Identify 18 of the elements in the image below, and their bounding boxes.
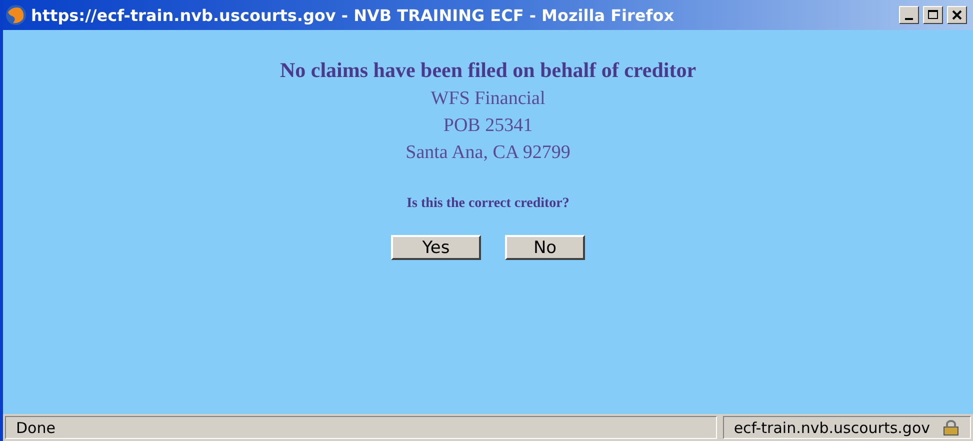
no-button[interactable]: No: [505, 235, 585, 260]
heading: No claims have been filed on behalf of creditor: [280, 58, 696, 83]
window-title: https://ecf-train.nvb.uscourts.gov - NVB TRAINING ECF - Mozilla Firefox: [31, 6, 676, 24]
address-line: Santa Ana, CA 92799: [406, 141, 570, 165]
question: Is this the correct creditor?: [406, 196, 570, 212]
browser-logo-icon: [5, 4, 27, 26]
address-line: POB 25341: [443, 114, 533, 138]
host-text: ecf-train.nvb.uscourts.gov: [734, 418, 930, 436]
status-text: Done: [5, 416, 717, 439]
close-icon: [952, 10, 962, 20]
address-line: WFS Financial: [430, 87, 546, 111]
minimize-button[interactable]: [899, 6, 919, 24]
lock-icon: [942, 420, 960, 436]
close-button[interactable]: [947, 6, 967, 24]
maximize-button[interactable]: [923, 6, 943, 24]
maximize-icon: [928, 10, 938, 20]
yes-button[interactable]: Yes: [391, 235, 481, 260]
minimize-icon: [905, 18, 913, 20]
